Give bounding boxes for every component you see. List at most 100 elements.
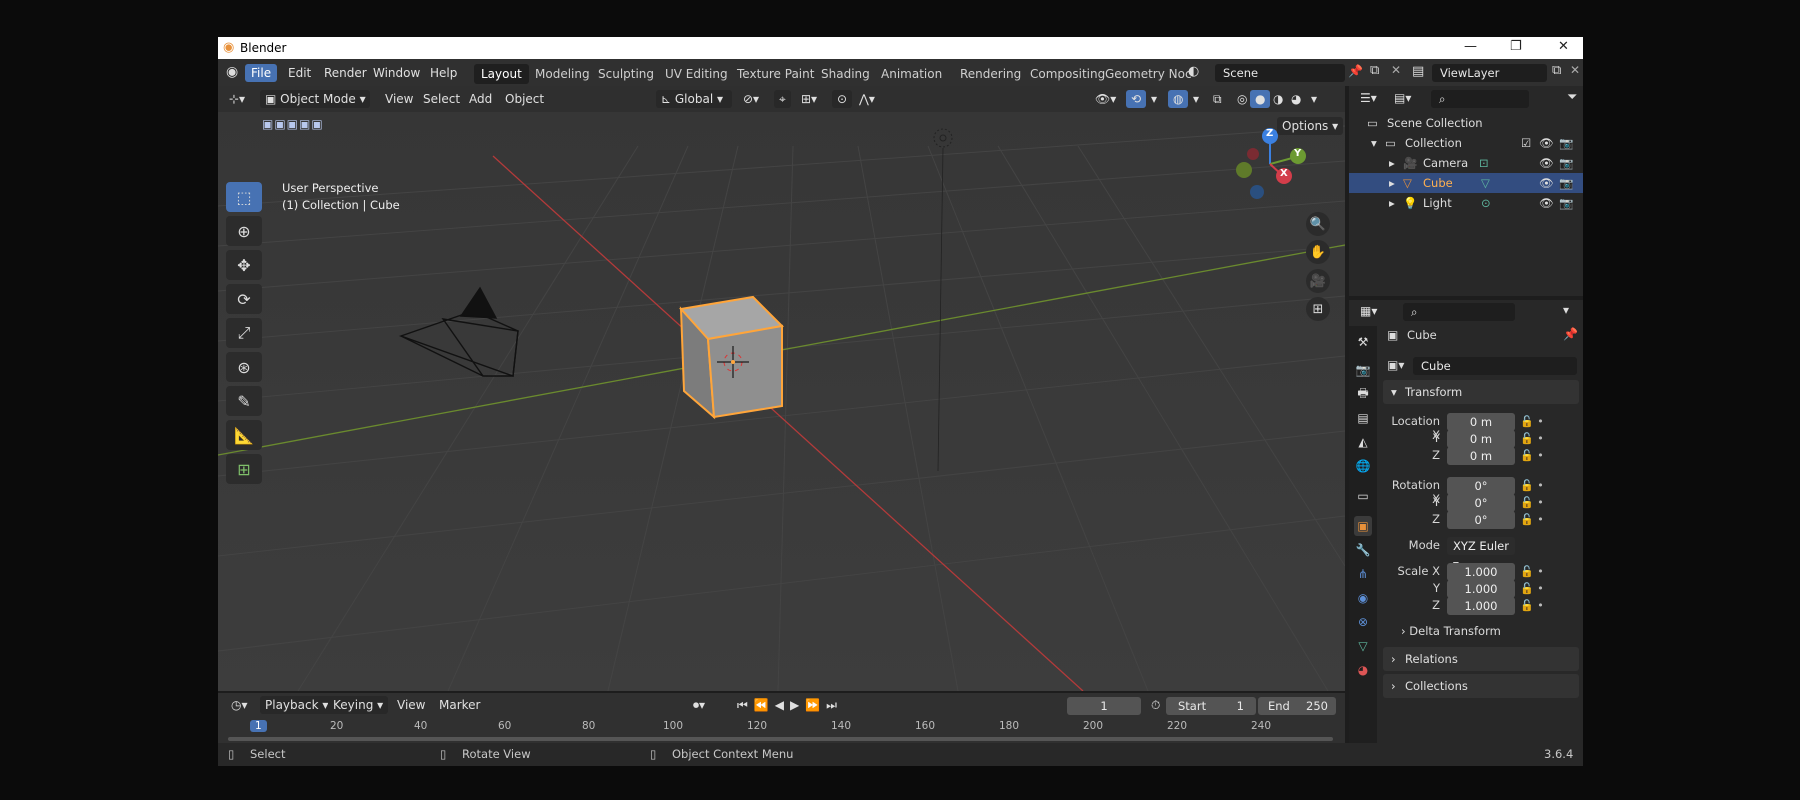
material-tab-icon[interactable]: ◕	[1354, 660, 1372, 680]
rotate-tool-icon[interactable]: ⟳	[226, 284, 262, 314]
timeline-menu-marker[interactable]: Marker	[434, 696, 485, 714]
data-tab-icon[interactable]: ▽	[1354, 636, 1372, 656]
location-z-field[interactable]: 0 m	[1447, 447, 1515, 465]
object-type-icon[interactable]: ▣▾	[1387, 358, 1404, 372]
scene-browse-icon[interactable]: ◐	[1188, 64, 1199, 79]
lock-icon[interactable]: 🔓 •	[1520, 511, 1560, 528]
physics-tab-icon[interactable]: ◉	[1354, 588, 1372, 608]
properties-options-icon[interactable]: ▾	[1563, 303, 1569, 317]
particles-tab-icon[interactable]: ⋔	[1354, 564, 1372, 584]
transform-panel-header[interactable]: ▾ Transform	[1383, 380, 1579, 404]
perspective-toggle-icon[interactable]: ⊞	[1306, 297, 1330, 321]
lock-icon[interactable]: 🔓 •	[1520, 580, 1560, 597]
render-camera-icon[interactable]: 📷	[1559, 133, 1573, 153]
end-frame-field[interactable]: End 250	[1258, 697, 1336, 715]
filter-icon[interactable]: ⏷	[1567, 90, 1577, 105]
lock-icon[interactable]: 🔓 •	[1520, 477, 1560, 494]
gizmo-dropdown-icon[interactable]: ▾	[1146, 90, 1162, 108]
outliner-search-input[interactable]: ⌕	[1431, 90, 1529, 108]
editor-type-icon[interactable]: ⊹▾	[224, 90, 250, 108]
menu-window[interactable]: Window	[367, 64, 426, 82]
transform-tool-icon[interactable]: ⊛	[226, 352, 262, 382]
xray-icon[interactable]: ⧉	[1208, 90, 1227, 108]
tab-rendering[interactable]: Rendering	[953, 64, 1028, 84]
expand-icon[interactable]: ▸	[1389, 173, 1395, 193]
eye-icon[interactable]: 👁	[1539, 133, 1554, 153]
overlay-toggle-icon[interactable]: ◍	[1168, 90, 1189, 108]
minimize-icon[interactable]: —	[1464, 39, 1477, 54]
menu-help[interactable]: Help	[424, 64, 463, 82]
viewport-menu-select[interactable]: Select	[418, 90, 465, 108]
collection-tab-icon[interactable]: ▭	[1354, 486, 1372, 506]
view-layer-tab-icon[interactable]: ▤	[1354, 408, 1372, 428]
visibility-icon[interactable]: 👁▾	[1090, 90, 1121, 108]
viewport-menu-add[interactable]: Add	[464, 90, 497, 108]
location-x-field[interactable]: 0 m	[1447, 413, 1515, 431]
record-icon[interactable]: ⏺▾	[688, 696, 710, 714]
timeline-menu-keying[interactable]: Keying ▾	[328, 696, 389, 714]
rotation-mode-dropdown[interactable]: XYZ Euler ▾	[1447, 537, 1515, 571]
scale-tool-icon[interactable]: ⤢	[226, 318, 262, 348]
outliner-row-collection[interactable]: ▾ ▭ Collection ☑ 👁 📷	[1349, 133, 1583, 153]
menu-file[interactable]: File	[245, 64, 278, 82]
timeline-menu-view[interactable]: View	[392, 696, 430, 714]
pin-icon[interactable]: 📌	[1348, 64, 1363, 78]
selection-mode-icons[interactable]: ▣▣▣▣▣	[262, 117, 324, 131]
proportional-edit-icon[interactable]: ⊙	[832, 90, 853, 108]
viewlayer-browse-icon[interactable]: ▤	[1412, 64, 1424, 79]
world-tab-icon[interactable]: 🌐	[1354, 456, 1372, 476]
start-frame-field[interactable]: Start 1	[1166, 697, 1256, 715]
location-y-field[interactable]: 0 m	[1447, 430, 1515, 448]
render-camera-icon[interactable]: 📷	[1559, 153, 1573, 173]
lock-icon[interactable]: 🔓 •	[1520, 430, 1560, 447]
orientation-selector[interactable]: ⊾ Global ▾	[656, 90, 732, 108]
measure-tool-icon[interactable]: 📐	[226, 420, 262, 450]
tab-texture-paint[interactable]: Texture Paint	[730, 64, 821, 84]
collections-panel-header[interactable]: › Collections	[1383, 674, 1579, 698]
rotation-z-field[interactable]: 0°	[1447, 511, 1515, 529]
eye-icon[interactable]: 👁	[1539, 173, 1554, 193]
pivot-icon[interactable]: ⊘▾	[738, 90, 764, 108]
timeline-editor-icon[interactable]: ◷▾	[226, 696, 253, 714]
zoom-icon[interactable]: 🔍	[1306, 212, 1330, 236]
tab-sculpting[interactable]: Sculpting	[591, 64, 661, 84]
gizmo-toggle-icon[interactable]: ⟲	[1126, 90, 1147, 108]
snap-target-icon[interactable]: ⊞▾	[796, 90, 822, 108]
constraints-tab-icon[interactable]: ⊗	[1354, 612, 1372, 632]
menu-render[interactable]: Render	[318, 64, 373, 82]
move-tool-icon[interactable]: ✥	[226, 250, 262, 280]
eye-icon[interactable]: 👁	[1539, 153, 1554, 173]
falloff-icon[interactable]: ⋀▾	[854, 90, 880, 108]
viewport-menu-view[interactable]: View	[380, 90, 418, 108]
shading-dropdown-icon[interactable]: ▾	[1306, 90, 1322, 108]
viewport-menu-object[interactable]: Object	[500, 90, 549, 108]
viewlayer-field[interactable]: ViewLayer	[1432, 64, 1547, 82]
scale-x-field[interactable]: 1.000	[1447, 563, 1515, 581]
new-viewlayer-icon[interactable]: ⧉	[1552, 63, 1561, 78]
lock-icon[interactable]: 🔓 •	[1520, 447, 1560, 464]
scale-y-field[interactable]: 1.000	[1447, 580, 1515, 598]
rendered-shading-icon[interactable]: ◕	[1286, 90, 1306, 108]
rotation-y-field[interactable]: 0°	[1447, 494, 1515, 512]
pin-icon[interactable]: 📌	[1563, 327, 1578, 341]
new-scene-icon[interactable]: ⧉	[1370, 63, 1379, 78]
delete-scene-icon[interactable]: ✕	[1391, 63, 1401, 77]
lock-icon[interactable]: 🔓 •	[1520, 597, 1560, 614]
cube-object[interactable]	[679, 295, 785, 420]
overlay-dropdown-icon[interactable]: ▾	[1188, 90, 1204, 108]
outliner-editor-icon[interactable]: ☰▾	[1355, 89, 1382, 107]
checkbox-icon[interactable]: ☑	[1521, 133, 1531, 153]
add-cube-tool-icon[interactable]: ⊞	[226, 454, 262, 484]
expand-icon[interactable]: ▸	[1389, 193, 1395, 213]
eye-icon[interactable]: 👁	[1539, 193, 1554, 213]
expand-icon[interactable]: ▸	[1389, 153, 1395, 173]
delta-transform-subpanel[interactable]: › Delta Transform	[1401, 624, 1501, 638]
relations-panel-header[interactable]: › Relations	[1383, 647, 1579, 671]
pan-hand-icon[interactable]: ✋	[1306, 240, 1330, 264]
output-tab-icon[interactable]: 🖶	[1354, 384, 1372, 404]
viewport-3d[interactable]: Z Y X ⊹▾ ▣ Object Mode ▾ View Select Add…	[218, 86, 1345, 691]
restore-icon[interactable]: ❐	[1510, 39, 1522, 54]
preview-range-icon[interactable]: ⏱	[1146, 696, 1165, 714]
cursor-tool-icon[interactable]: ⊕	[226, 216, 262, 246]
playback-controls-icon[interactable]: ⏮⏪◀▶⏩⏭	[732, 696, 848, 714]
